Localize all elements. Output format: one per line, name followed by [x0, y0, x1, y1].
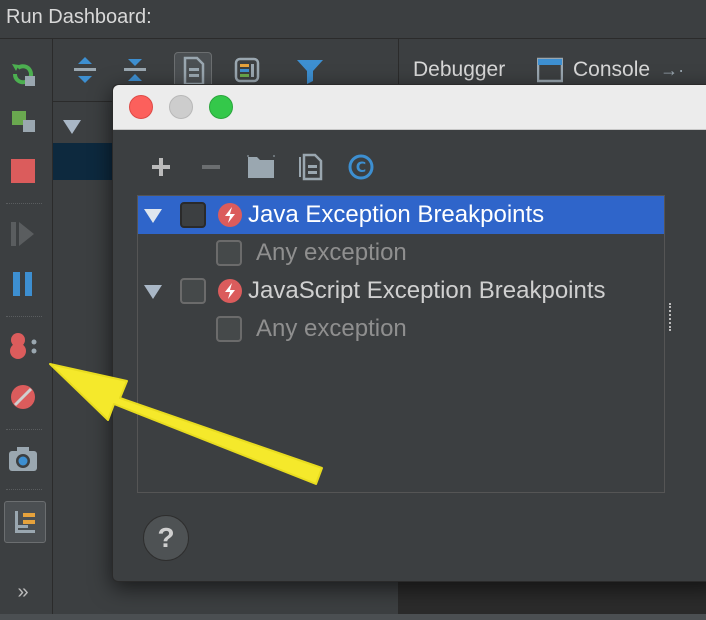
group-enabled-checkbox[interactable]	[180, 202, 206, 228]
minimize-window-button[interactable]	[169, 95, 193, 119]
breakpoint-item-label: Any exception	[256, 239, 407, 266]
expand-arrow-icon[interactable]	[144, 209, 162, 223]
breakpoints-tree[interactable]: Java Exception Breakpoints Any exception…	[137, 195, 665, 493]
svg-text:C: C	[356, 160, 366, 176]
collapse-all-icon[interactable]	[117, 52, 153, 88]
pin-tab-icon[interactable]: →·	[660, 60, 684, 81]
expand-arrow-icon[interactable]	[144, 285, 162, 299]
group-by-package-icon[interactable]	[245, 151, 277, 183]
group-by-file-icon[interactable]	[295, 151, 327, 183]
expand-all-icon[interactable]	[67, 52, 103, 88]
resume-icon[interactable]	[6, 217, 40, 251]
run-dashboard-left-toolbar: »	[0, 39, 53, 614]
more-actions-button[interactable]: »	[6, 575, 40, 609]
tool-window-titlebar: Run Dashboard:	[0, 0, 706, 39]
tool-window-title: Run Dashboard:	[6, 6, 152, 28]
exception-breakpoint-icon	[218, 203, 242, 227]
remove-breakpoint-icon[interactable]	[195, 151, 227, 183]
maximize-window-button[interactable]	[209, 95, 233, 119]
expand-arrow-icon[interactable]	[63, 120, 81, 134]
splitter-handle[interactable]	[669, 303, 675, 331]
breakpoints-dialog: C Java Exception Breakpoints Any excepti…	[112, 84, 706, 582]
view-breakpoints-icon[interactable]	[6, 329, 40, 363]
rerun-icon[interactable]	[6, 57, 40, 91]
group-by-class-icon[interactable]: C	[345, 151, 377, 183]
breakpoint-group-label: Java Exception Breakpoints	[248, 201, 545, 228]
tab-console[interactable]: Console →·	[535, 53, 684, 87]
mute-breakpoints-icon[interactable]	[6, 380, 40, 414]
stop-icon[interactable]	[6, 154, 40, 188]
breakpoint-item-label: Any exception	[256, 315, 407, 342]
breakpoint-group-javascript[interactable]: JavaScript Exception Breakpoints	[138, 272, 664, 310]
breakpoint-enabled-checkbox[interactable]	[216, 240, 242, 266]
close-window-button[interactable]	[129, 95, 153, 119]
group-enabled-checkbox[interactable]	[180, 278, 206, 304]
exception-breakpoint-icon	[218, 279, 242, 303]
toolbar-separator	[6, 316, 42, 317]
pause-icon[interactable]	[6, 267, 40, 301]
run-config-icon[interactable]	[6, 103, 40, 137]
breakpoint-group-label: JavaScript Exception Breakpoints	[248, 277, 606, 304]
filter-icon[interactable]	[292, 52, 328, 88]
breakpoint-item[interactable]: Any exception	[138, 234, 664, 272]
dialog-titlebar	[113, 85, 706, 130]
breakpoint-enabled-checkbox[interactable]	[216, 316, 242, 342]
add-breakpoint-icon[interactable]	[145, 151, 177, 183]
group-by-type-icon[interactable]	[229, 52, 265, 88]
help-button[interactable]: ?	[143, 515, 189, 561]
toolbar-separator	[6, 429, 42, 430]
toolbar-separator	[6, 203, 42, 204]
camera-icon[interactable]	[6, 442, 40, 476]
breakpoint-group-java[interactable]: Java Exception Breakpoints	[138, 196, 664, 234]
tab-console-label: Console	[573, 58, 651, 81]
restore-layout-icon[interactable]	[4, 501, 46, 543]
toolbar-separator	[6, 489, 42, 490]
tab-debugger[interactable]: Debugger	[413, 53, 505, 87]
status-strip	[0, 614, 706, 620]
breakpoint-item[interactable]: Any exception	[138, 310, 664, 348]
